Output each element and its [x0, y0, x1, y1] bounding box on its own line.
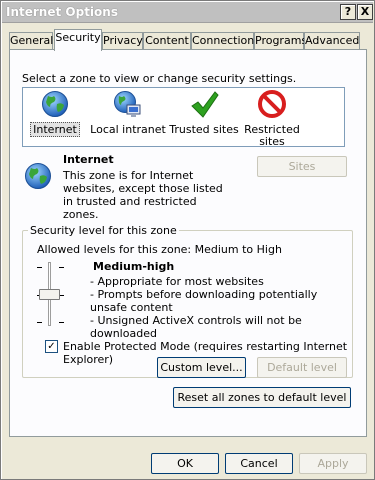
level-bullet: - Prompts before downloading potentially… [90, 288, 318, 314]
level-description: - Appropriate for most websites - Prompt… [90, 275, 340, 340]
zone-list: Internet Local intranet Trusted sites Re… [22, 87, 345, 148]
level-bullet: - Appropriate for most websites [90, 275, 264, 288]
zone-item-internet[interactable]: Internet [27, 90, 83, 146]
zone-info-globe-icon [25, 163, 51, 189]
slider-tick [37, 267, 42, 268]
sites-button[interactable]: Sites [257, 156, 347, 177]
zone-label-restricted-sites: Restricted sites [244, 123, 300, 148]
default-level-button[interactable]: Default level [257, 357, 347, 378]
security-level-group-label: Security level for this zone [28, 224, 179, 237]
level-name: Medium-high [93, 260, 175, 273]
cancel-button[interactable]: Cancel [225, 453, 293, 474]
internet-options-window: Internet Options ? X General Security Pr… [0, 0, 375, 480]
zone-item-local-intranet[interactable]: Local intranet [89, 90, 167, 146]
tab-connections[interactable]: Connections [191, 32, 260, 50]
help-button[interactable]: ? [340, 4, 356, 20]
zone-select-prompt: Select a zone to view or change security… [22, 72, 297, 85]
tab-privacy[interactable]: Privacy [102, 32, 143, 50]
slider-tick [59, 267, 64, 268]
zone-label-local-intranet: Local intranet [90, 123, 166, 136]
title-bar[interactable]: Internet Options ? X [2, 2, 373, 23]
tab-advanced[interactable]: Advanced [304, 32, 360, 50]
tab-general[interactable]: General [9, 32, 53, 50]
reset-all-zones-button[interactable]: Reset all zones to default level [173, 387, 351, 408]
globe-icon [42, 91, 68, 117]
zone-item-restricted-sites[interactable]: Restricted sites [239, 90, 305, 148]
zone-item-trusted-sites[interactable]: Trusted sites [167, 90, 241, 146]
slider-thumb[interactable] [39, 289, 60, 300]
intranet-globe-icon [114, 91, 141, 117]
window-title: Internet Options [6, 5, 118, 19]
restricted-icon [258, 90, 286, 118]
slider-tick [59, 322, 64, 323]
zone-info-title: Internet [63, 153, 114, 166]
level-bullet: - Unsigned ActiveX controls will not be … [90, 314, 302, 340]
tab-content[interactable]: Content [143, 32, 191, 50]
tab-programs[interactable]: Programs [254, 32, 307, 50]
security-tab-panel: Select a zone to view or change security… [9, 49, 367, 437]
ok-button[interactable]: OK [151, 453, 219, 474]
zone-info-description: This zone is for Internet websites, exce… [63, 169, 223, 221]
close-button[interactable]: X [357, 4, 373, 20]
apply-button[interactable]: Apply [299, 453, 367, 474]
zone-label-internet: Internet [30, 122, 80, 137]
custom-level-button[interactable]: Custom level... [157, 357, 246, 378]
allowed-levels-text: Allowed levels for this zone: Medium to … [37, 243, 282, 256]
zone-label-trusted-sites: Trusted sites [169, 123, 239, 136]
tab-security[interactable]: Security [54, 29, 102, 51]
protected-mode-checkbox[interactable]: ✓ [45, 340, 58, 353]
slider-tick [37, 322, 42, 323]
checkmark-icon [191, 91, 219, 118]
